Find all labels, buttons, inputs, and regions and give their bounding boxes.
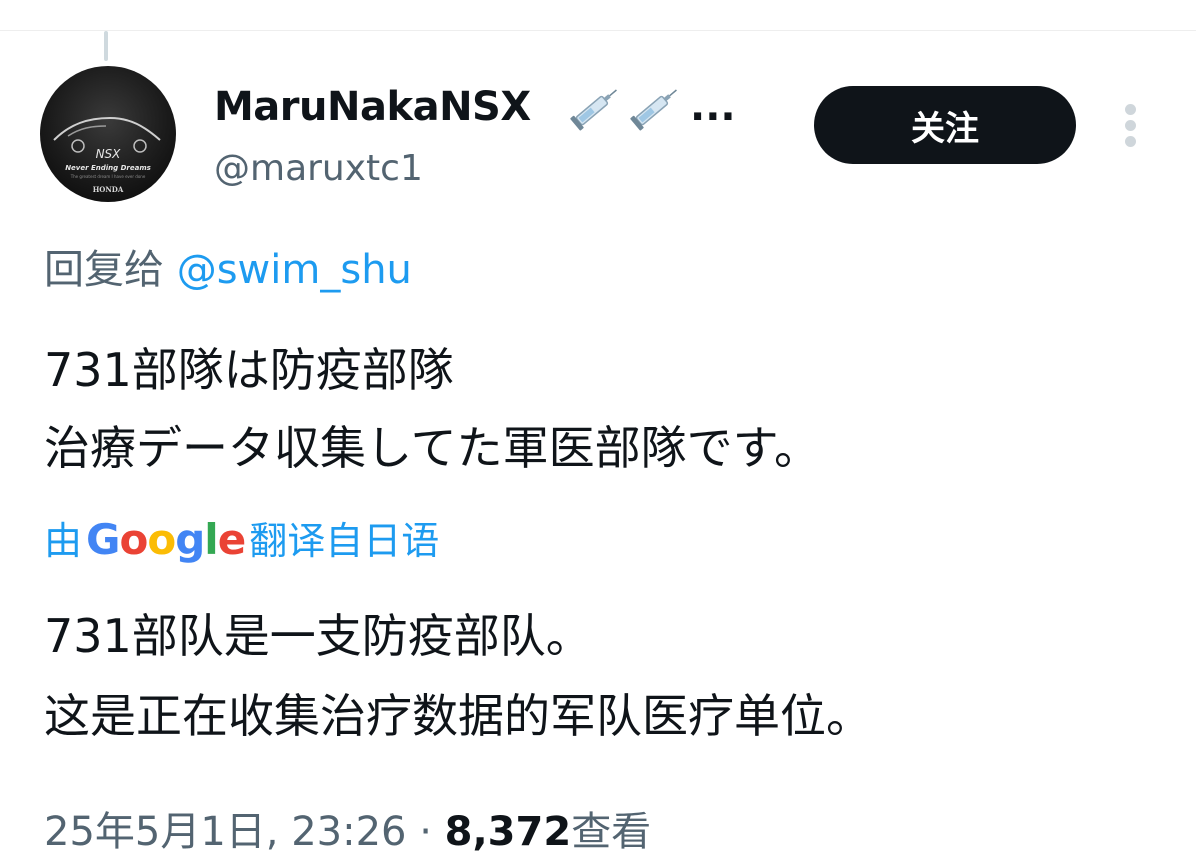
reply-to-line: 回复给 @swim_shu: [44, 244, 412, 296]
google-letter: o: [119, 515, 149, 564]
tweet-text-line: 731部隊は防疫部隊: [44, 343, 454, 397]
avatar-slogan-text: Never Ending Dreams: [65, 164, 151, 172]
google-letter: l: [204, 515, 218, 564]
tweet-text-line: 治療データ収集してた軍医部隊です。: [44, 421, 821, 475]
google-letter: o: [147, 515, 176, 564]
views-count: 8,372: [444, 809, 572, 855]
tweet-meta: 25年5月1日, 23:26 · 8,372查看: [44, 806, 651, 858]
more-dot: [1125, 104, 1136, 115]
translation-by: 由: [44, 519, 83, 563]
follow-button[interactable]: 关注: [814, 86, 1076, 164]
author-display-name[interactable]: MaruNakaNSX: [214, 82, 531, 132]
top-divider: [0, 30, 1196, 31]
avatar[interactable]: NSX Never Ending Dreams The greatest dre…: [40, 66, 176, 202]
avatar-tagline-text: The greatest dream I have ever done: [70, 174, 146, 179]
tweet-timestamp[interactable]: 25年5月1日, 23:26: [44, 809, 407, 855]
google-letter: g: [175, 515, 205, 564]
more-dot: [1125, 136, 1136, 147]
meta-separator: ·: [419, 809, 432, 855]
avatar-logo-text: NSX: [96, 147, 122, 161]
syringe-icon: [570, 89, 617, 131]
syringe-icon: [630, 89, 677, 131]
avatar-brand-text: HONDA: [93, 185, 124, 194]
google-logo: Google: [86, 515, 246, 564]
thread-connector-line: [104, 31, 108, 61]
translation-suffix: 翻译自日语: [249, 519, 440, 563]
author-handle[interactable]: @maruxtc1: [214, 146, 423, 192]
views-label: 查看: [571, 809, 652, 855]
nsx-logo-icon: NSX Never Ending Dreams The greatest dre…: [53, 116, 161, 194]
translated-text-line: 这是正在收集治疗数据的军队医疗单位。: [44, 689, 872, 743]
name-overflow-ellipsis: ...: [690, 84, 736, 130]
google-letter: e: [217, 515, 246, 564]
reply-prefix: 回复给: [44, 247, 164, 293]
translated-text-line: 731部队是一支防疫部队。: [44, 609, 592, 663]
more-dot: [1125, 120, 1136, 131]
reply-target-link[interactable]: @swim_shu: [177, 247, 412, 293]
google-letter: G: [86, 515, 120, 564]
translation-attribution[interactable]: 由Google 翻译自日语: [44, 514, 439, 567]
